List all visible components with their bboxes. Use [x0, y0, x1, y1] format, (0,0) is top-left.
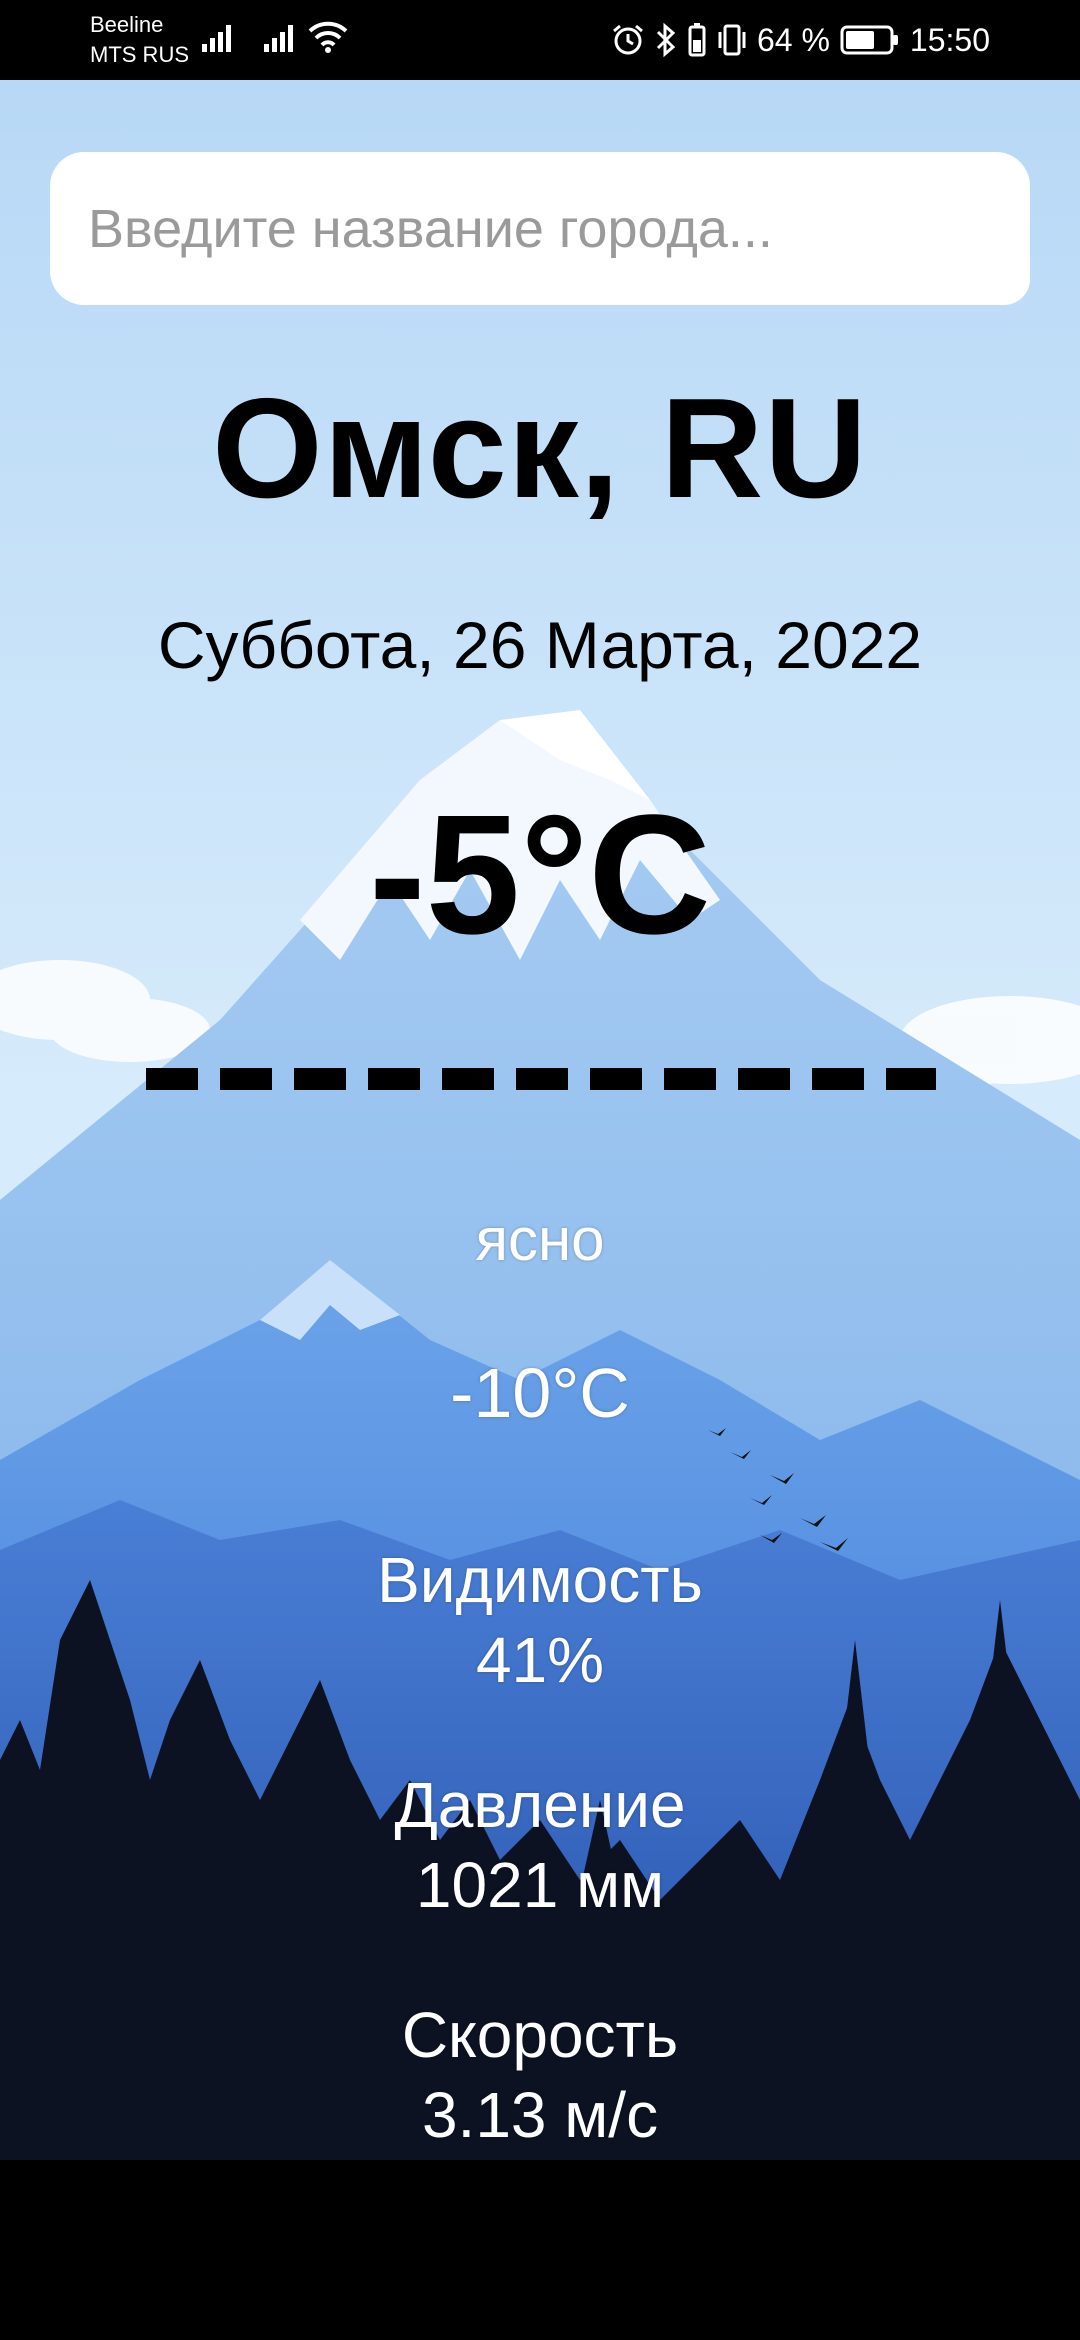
wind-block: Скорость 3.13 м/с [0, 1995, 1080, 2155]
carrier-names: Beeline MTS RUS [90, 10, 189, 70]
visibility-block: Видимость 41% [0, 1540, 1080, 1700]
weather-condition: ясно [475, 1206, 605, 1273]
bluetooth-icon [656, 22, 676, 58]
vibrate-icon [718, 24, 746, 56]
carrier-2: MTS RUS [90, 42, 189, 67]
battery-saver-icon [688, 23, 706, 57]
wind-label: Скорость [401, 1999, 679, 2071]
clock: 15:50 [909, 21, 990, 58]
visibility-value: 41% [475, 1624, 605, 1696]
pressure-label: Давление [394, 1769, 686, 1841]
pressure-block: Давление 1021 мм [0, 1765, 1080, 1925]
alarm-icon [613, 24, 643, 55]
battery-icon [840, 25, 898, 55]
feels-like-temperature: -10°C [450, 1354, 630, 1432]
visibility-label: Видимость [377, 1544, 703, 1616]
battery-percent: 64 % [756, 21, 830, 58]
signal-icon [202, 25, 231, 52]
date-label: Суббота, 26 Марта, 2022 [157, 608, 923, 682]
wifi-icon [308, 21, 348, 53]
signal-icon-2 [264, 25, 293, 52]
status-right: 64 % 15:50 [611, 18, 990, 62]
carrier-1: Beeline [90, 12, 164, 37]
divider [146, 1068, 936, 1090]
city-search-input[interactable] [50, 152, 1030, 305]
temperature: -5°C [369, 780, 711, 970]
city-name: Омск, RU [212, 369, 868, 528]
pressure-value: 1021 мм [415, 1849, 665, 1921]
status-bar: Beeline MTS RUS 64 % 15:50 [0, 0, 1080, 80]
wind-value: 3.13 м/с [421, 2079, 659, 2151]
